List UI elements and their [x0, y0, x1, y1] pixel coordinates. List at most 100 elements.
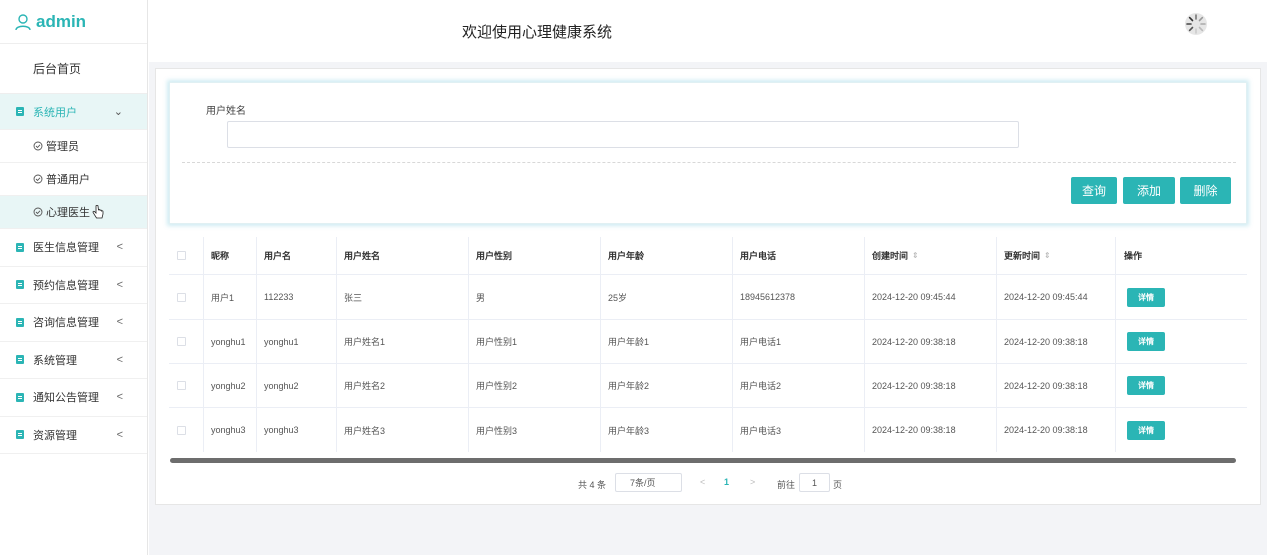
goto-page-input[interactable]: 1: [799, 473, 830, 492]
brand: admin: [0, 0, 147, 44]
column-header: 用户姓名: [344, 251, 381, 261]
sidebar-item-label: 医生信息管理: [33, 242, 99, 255]
sidebar-item-appointment[interactable]: 预约信息管理 <: [0, 267, 147, 304]
column-header-label: 更新时间: [1004, 251, 1041, 261]
table-cell: 张三: [344, 292, 363, 303]
pagination-total: 共 4 条: [578, 480, 607, 490]
table-cell: 用户年龄1: [608, 337, 650, 347]
sort-icon[interactable]: ⇕: [912, 251, 919, 260]
table-cell: yonghu1: [211, 336, 246, 347]
divider: [182, 162, 1236, 163]
table-cell: 112233: [264, 292, 294, 302]
sidebar-item-label: 资源管理: [33, 429, 77, 442]
delete-button[interactable]: 删除: [1180, 177, 1231, 204]
sidebar-item-doctor-info[interactable]: 医生信息管理 <: [0, 229, 147, 267]
main-content: 用户姓名 查询 添加 删除 昵称 用户名 用户姓名 用户性别 用户年龄 用户电话…: [149, 62, 1267, 555]
document-icon: [16, 392, 24, 402]
column-header: 用户年龄: [608, 251, 645, 261]
table-cell: 用户姓名3: [344, 425, 386, 436]
add-button[interactable]: 添加: [1123, 177, 1175, 204]
prev-page-button[interactable]: <: [700, 477, 705, 487]
select-all-checkbox[interactable]: [177, 251, 186, 260]
table-cell: 用户姓名1: [344, 337, 386, 347]
row-checkbox[interactable]: [177, 337, 186, 346]
table-cell: 用户性别3: [476, 425, 518, 436]
sidebar-item-notice[interactable]: 通知公告管理 <: [0, 379, 147, 417]
sidebar-item-label: 通知公告管理: [33, 392, 99, 405]
document-icon: [16, 107, 24, 116]
table-cell: 用户电话3: [740, 425, 782, 436]
table-cell: 25岁: [608, 292, 628, 303]
username-search-input[interactable]: [227, 121, 1019, 148]
sidebar-item-resources[interactable]: 资源管理 <: [0, 417, 147, 454]
select-all-cell: [177, 237, 186, 274]
column-header-label: 创建时间: [872, 251, 909, 261]
check-circle-icon: [33, 174, 43, 184]
chevron-left-icon: <: [116, 428, 123, 441]
table-cell: 用户电话2: [740, 381, 782, 391]
column-header-updated[interactable]: 更新时间 ⇕: [1004, 237, 1051, 274]
avatar[interactable]: [1184, 12, 1208, 36]
column-header: 用户名: [264, 251, 292, 261]
column-header: 用户电话: [740, 251, 777, 261]
table-cell: 用户电话1: [740, 337, 782, 347]
document-icon: [16, 242, 24, 252]
table-cell: yonghu3: [211, 425, 246, 435]
sidebar-subitem-admin[interactable]: 管理员: [0, 130, 147, 163]
detail-button[interactable]: 详情: [1127, 420, 1165, 440]
column-header-created[interactable]: 创建时间 ⇕: [872, 237, 919, 274]
table-cell: yonghu2: [211, 380, 246, 391]
table-cell: 用户性别1: [476, 337, 518, 347]
sidebar-item-home[interactable]: 后台首页: [0, 44, 147, 94]
chevron-left-icon: <: [116, 316, 123, 329]
sidebar-item-consultation[interactable]: 咨询信息管理 <: [0, 304, 147, 342]
table-cell: 2024-12-20 09:45:44: [1004, 292, 1088, 302]
table-cell: 2024-12-20 09:38:18: [872, 380, 956, 391]
chevron-down-icon: ⌄: [113, 106, 123, 118]
table-cell: yonghu3: [264, 425, 299, 435]
sidebar-subitem-doctor[interactable]: 心理医生: [0, 196, 147, 229]
row-checkbox[interactable]: [177, 425, 186, 435]
table-cell: 2024-12-20 09:45:44: [872, 292, 956, 302]
column-header: 用户性别: [476, 251, 513, 261]
sidebar-subitem-normal-user[interactable]: 普通用户: [0, 163, 147, 196]
sidebar-subitem-label: 心理医生: [46, 207, 90, 219]
table-row: yonghu3 yonghu3 用户姓名3 用户性别3 用户年龄3 用户电话3 …: [169, 408, 1247, 452]
detail-button[interactable]: 详情: [1127, 287, 1165, 307]
column-header: 昵称: [211, 251, 230, 261]
table-cell: 2024-12-20 09:38:18: [872, 425, 956, 435]
detail-button[interactable]: 详情: [1127, 376, 1165, 395]
next-page-button[interactable]: >: [750, 477, 755, 487]
chevron-left-icon: <: [116, 353, 123, 366]
sidebar-item-label: 预约信息管理: [33, 279, 99, 292]
table-header-row: 昵称 用户名 用户姓名 用户性别 用户年龄 用户电话 创建时间 ⇕ 更新时间 ⇕ 操…: [169, 237, 1247, 275]
chevron-left-icon: <: [116, 278, 123, 291]
sort-icon[interactable]: ⇕: [1044, 251, 1051, 260]
row-checkbox[interactable]: [177, 381, 186, 390]
sidebar-item-label: 系统用户: [33, 106, 77, 119]
query-button[interactable]: 查询: [1071, 177, 1117, 204]
sidebar-item-system-users[interactable]: 系统用户 ⌄: [0, 94, 147, 130]
page-number[interactable]: 1: [724, 477, 729, 487]
column-header: 操作: [1124, 251, 1143, 261]
page-title: 欢迎使用心理健康系统: [462, 24, 613, 41]
user-icon: [15, 13, 31, 30]
row-checkbox[interactable]: [177, 292, 186, 302]
brand-name: admin: [36, 11, 87, 31]
chevron-left-icon: <: [116, 391, 123, 404]
page-suffix: 页: [833, 480, 843, 490]
sidebar-item-system-management[interactable]: 系统管理 <: [0, 342, 147, 379]
top-header: 欢迎使用心理健康系统: [149, 0, 1267, 62]
horizontal-scrollbar[interactable]: [170, 458, 1236, 463]
table-row: yonghu2 yonghu2 用户姓名2 用户性别2 用户年龄2 用户电话2 …: [169, 364, 1247, 408]
chevron-left-icon: <: [116, 241, 123, 254]
sidebar-subitem-label: 普通用户: [46, 174, 90, 186]
table-cell: 2024-12-20 09:38:18: [1004, 380, 1088, 391]
document-icon: [16, 317, 24, 327]
page-size-select[interactable]: 7条/页: [615, 473, 682, 492]
hand-cursor-icon: [92, 204, 104, 218]
sidebar-item-label: 系统管理: [33, 354, 77, 367]
table-cell: 用户姓名2: [344, 381, 386, 391]
detail-button[interactable]: 详情: [1127, 332, 1165, 351]
main-panel: 用户姓名 查询 添加 删除 昵称 用户名 用户姓名 用户性别 用户年龄 用户电话…: [155, 68, 1261, 505]
